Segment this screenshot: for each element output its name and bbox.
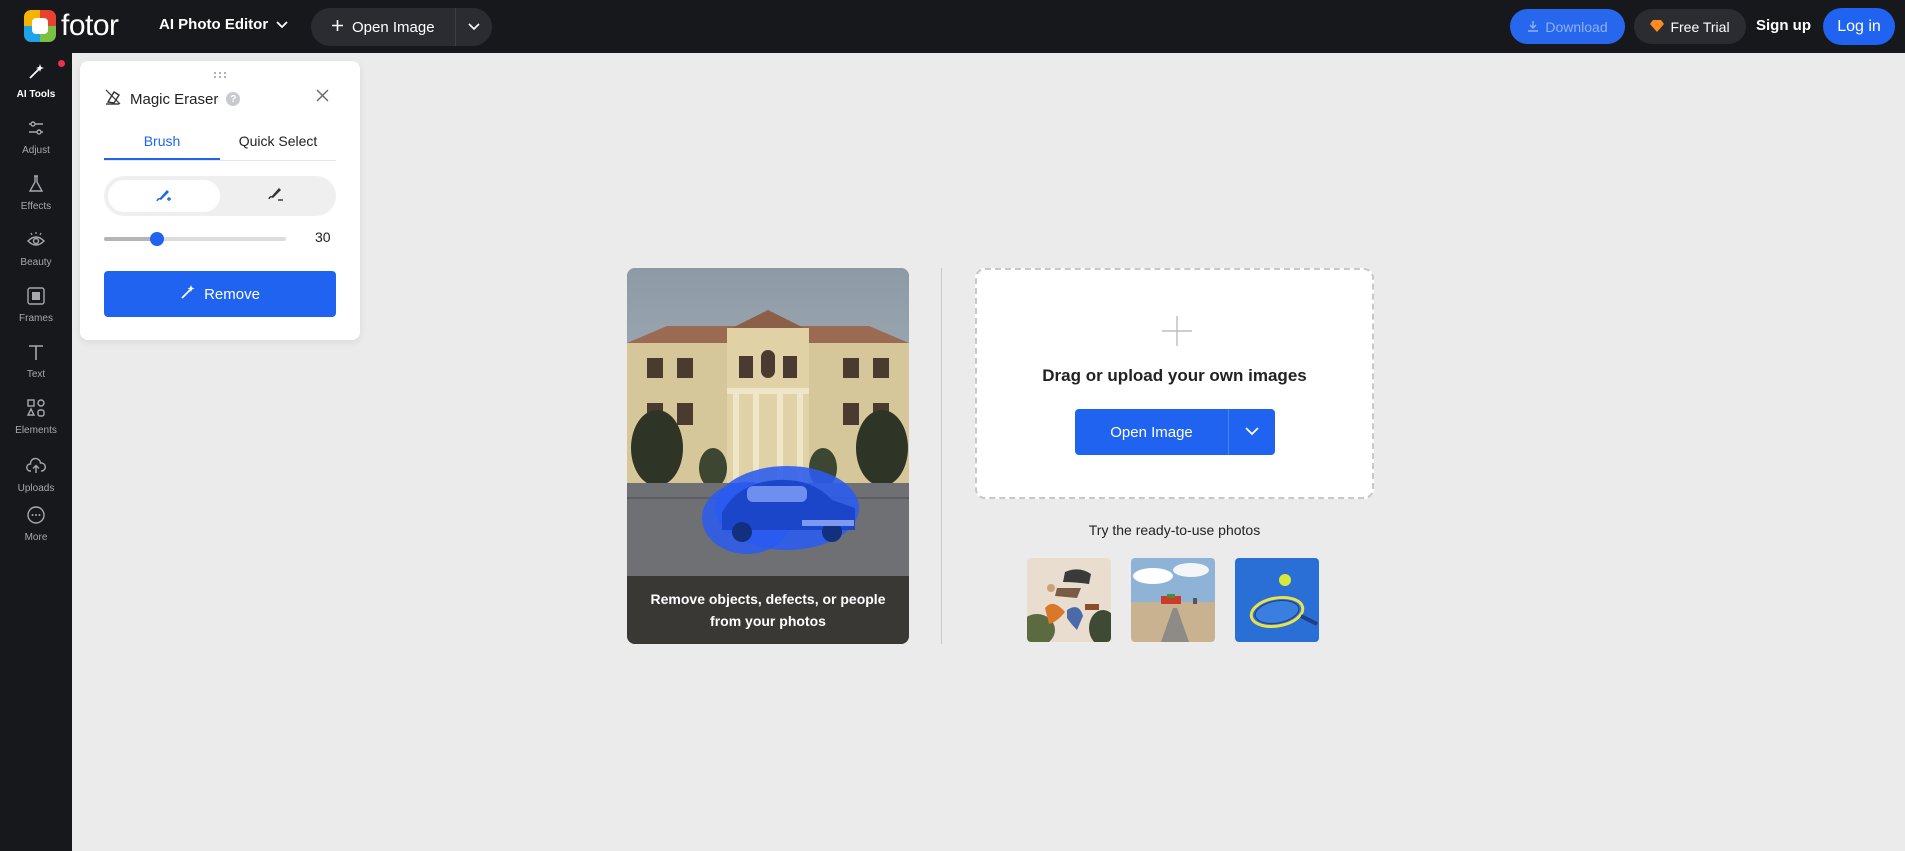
upload-open-image-dropdown[interactable] xyxy=(1229,409,1275,455)
app-menu-label: AI Photo Editor xyxy=(159,16,269,33)
free-trial-button[interactable]: Free Trial xyxy=(1634,9,1746,44)
demo-caption: Remove objects, defects, or people from … xyxy=(627,576,909,644)
sidebar-item-elements[interactable]: Elements xyxy=(0,392,72,442)
cloud-upload-icon xyxy=(26,456,46,479)
chevron-down-icon xyxy=(467,18,480,36)
sign-up-link[interactable]: Sign up xyxy=(1756,17,1811,34)
fotor-logo-icon[interactable] xyxy=(24,10,56,42)
top-bar: fotor AI Photo Editor Open Image Downloa… xyxy=(0,0,1905,53)
open-image-label: Open Image xyxy=(352,18,435,36)
slider-thumb[interactable] xyxy=(150,232,164,246)
sidebar-item-adjust[interactable]: Adjust xyxy=(0,112,72,162)
sidebar-item-label: Elements xyxy=(15,425,57,436)
sample-photo-tennis[interactable] xyxy=(1235,558,1319,642)
sidebar-item-ai-tools[interactable]: AI Tools xyxy=(0,56,72,106)
more-dots-icon xyxy=(26,505,46,528)
magic-eraser-panel: Magic Eraser ? Brush Quick Select 30 Rem… xyxy=(80,61,360,340)
open-image-button[interactable]: Open Image xyxy=(311,8,456,46)
download-icon xyxy=(1527,19,1539,35)
close-icon[interactable] xyxy=(316,89,329,107)
download-label: Download xyxy=(1545,18,1608,35)
eraser-icon xyxy=(104,88,122,110)
open-image-dropdown-button[interactable] xyxy=(456,8,492,46)
magic-wand-icon xyxy=(180,284,196,304)
panel-title: Magic Eraser xyxy=(130,90,219,108)
brush-erase-toggle xyxy=(104,176,336,216)
brush-minus-icon xyxy=(267,186,285,207)
sidebar-item-label: Effects xyxy=(20,201,52,212)
brush-plus-icon xyxy=(155,186,173,207)
drag-handle-icon[interactable] xyxy=(213,66,227,84)
magic-wand-icon xyxy=(26,62,46,85)
sidebar-item-more[interactable]: More xyxy=(0,499,72,549)
left-sidebar: AI Tools Adjust Effects Beauty Frames Te… xyxy=(0,53,72,851)
brush-mode-tabs: Brush Quick Select xyxy=(104,130,336,161)
flask-icon xyxy=(26,174,46,197)
upload-open-image-split-button: Open Image xyxy=(1075,409,1275,455)
add-brush-button[interactable] xyxy=(108,180,220,212)
help-icon[interactable]: ? xyxy=(226,92,241,106)
sidebar-item-label: Uploads xyxy=(17,483,55,494)
tab-quick-select[interactable]: Quick Select xyxy=(220,130,336,160)
shapes-icon xyxy=(26,398,46,421)
erase-brush-button[interactable] xyxy=(220,180,332,212)
logo-text: fotor xyxy=(61,9,119,42)
upload-open-image-button[interactable]: Open Image xyxy=(1075,409,1229,455)
app-menu-dropdown[interactable]: AI Photo Editor xyxy=(159,16,288,33)
panel-header: Magic Eraser ? xyxy=(104,88,241,110)
frame-icon xyxy=(26,286,46,309)
sample-photo-flatlay[interactable] xyxy=(1027,558,1111,642)
notification-dot xyxy=(58,60,65,67)
sidebar-item-effects[interactable]: Effects xyxy=(0,168,72,218)
sidebar-item-uploads[interactable]: Uploads xyxy=(0,450,72,500)
brush-size-slider[interactable] xyxy=(104,232,286,246)
plus-icon xyxy=(331,19,344,36)
sidebar-item-beauty[interactable]: Beauty xyxy=(0,224,72,274)
diamond-icon xyxy=(1650,19,1665,35)
download-button[interactable]: Download xyxy=(1510,9,1625,44)
plus-icon xyxy=(1160,314,1194,353)
text-icon xyxy=(26,342,46,365)
chevron-down-icon xyxy=(1245,423,1259,441)
log-in-button[interactable]: Log in xyxy=(1823,8,1895,45)
sidebar-item-label: Adjust xyxy=(22,145,50,156)
sliders-icon xyxy=(26,118,46,141)
sample-photo-desert-road[interactable] xyxy=(1131,558,1215,642)
sidebar-item-label: Beauty xyxy=(20,257,52,268)
sidebar-item-label: AI Tools xyxy=(16,89,56,100)
demo-card: Remove objects, defects, or people from … xyxy=(627,268,909,644)
tab-brush[interactable]: Brush xyxy=(104,130,220,160)
sidebar-item-label: Frames xyxy=(19,313,53,324)
vertical-divider xyxy=(941,268,942,644)
free-trial-label: Free Trial xyxy=(1670,18,1730,35)
sidebar-item-label: More xyxy=(24,532,48,543)
sample-photos-label: Try the ready-to-use photos xyxy=(1088,522,1261,538)
sidebar-item-text[interactable]: Text xyxy=(0,336,72,386)
open-image-split-button: Open Image xyxy=(311,8,492,46)
demo-house-image xyxy=(627,268,909,576)
chevron-down-icon xyxy=(276,16,288,33)
brush-size-value: 30 xyxy=(315,229,331,245)
upload-prompt: Drag or upload your own images xyxy=(1042,366,1307,385)
remove-button[interactable]: Remove xyxy=(104,271,336,317)
upload-dropzone[interactable]: Drag or upload your own images Open Imag… xyxy=(975,268,1374,499)
remove-label: Remove xyxy=(204,285,260,303)
sidebar-item-label: Text xyxy=(26,369,46,380)
sidebar-item-frames[interactable]: Frames xyxy=(0,280,72,330)
eye-icon xyxy=(26,230,46,253)
